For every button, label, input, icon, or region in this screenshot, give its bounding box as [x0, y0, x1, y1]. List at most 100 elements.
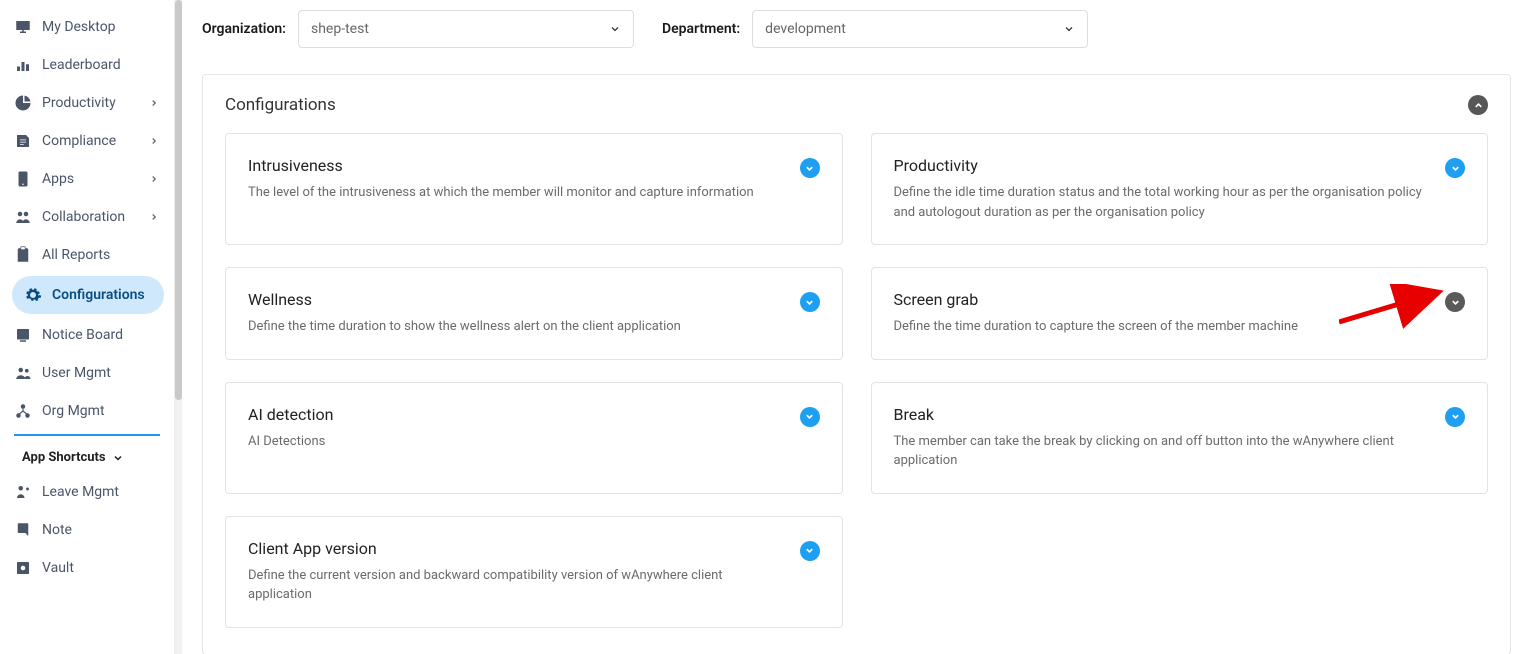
dept-filter: Department: development	[662, 10, 1088, 48]
sidebar-item-label: Leave Mgmt	[42, 484, 160, 500]
sidebar-item-label: All Reports	[42, 247, 160, 263]
config-card-productivity: Productivity Define the idle time durati…	[871, 133, 1489, 245]
config-card-wellness: Wellness Define the time duration to sho…	[225, 267, 843, 360]
sidebar-item-label: Vault	[42, 560, 160, 576]
org-label: Organization:	[202, 21, 286, 37]
chevron-down-icon	[112, 452, 124, 464]
chevron-down-icon	[804, 163, 815, 174]
sidebar-item-label: Leaderboard	[42, 57, 160, 73]
sidebar-item-apps[interactable]: Apps	[0, 160, 174, 198]
sidebar-item-label: Notice Board	[42, 327, 160, 343]
compliance-icon	[14, 132, 32, 150]
desktop-icon	[14, 18, 32, 36]
sidebar-item-mydesktop[interactable]: My Desktop	[0, 8, 174, 46]
sidebar-item-vault[interactable]: Vault	[0, 549, 174, 587]
sidebar-item-label: Productivity	[42, 95, 138, 111]
phone-icon	[14, 170, 32, 188]
config-grid: Intrusiveness The level of the intrusive…	[225, 133, 1488, 628]
config-card-break: Break The member can take the break by c…	[871, 382, 1489, 494]
sidebar-item-productivity[interactable]: Productivity	[0, 84, 174, 122]
card-title: Client App version	[248, 539, 784, 558]
expand-clientapp-button[interactable]	[800, 541, 820, 561]
chevron-down-icon	[804, 297, 815, 308]
org-select[interactable]: shep-test	[298, 10, 634, 48]
sidebar-item-label: Configurations	[52, 287, 152, 303]
config-card-intrusiveness: Intrusiveness The level of the intrusive…	[225, 133, 843, 245]
sidebar-item-noticeboard[interactable]: Notice Board	[0, 316, 174, 354]
collaboration-icon	[14, 208, 32, 226]
gear-icon	[24, 286, 42, 304]
card-desc: The member can take the break by clickin…	[894, 432, 1430, 471]
card-title: Productivity	[894, 156, 1430, 175]
sidebar: My Desktop Leaderboard Productivity Comp…	[0, 0, 175, 654]
piechart-icon	[14, 94, 32, 112]
expand-productivity-button[interactable]	[1445, 158, 1465, 178]
config-panel: Configurations Intrusiveness The level o…	[202, 74, 1511, 654]
card-desc: Define the idle time duration status and…	[894, 183, 1430, 222]
panel-header: Configurations	[225, 95, 1488, 115]
org-select-value: shep-test	[311, 21, 369, 37]
filter-bar: Organization: shep-test Department: deve…	[202, 10, 1511, 48]
card-desc: Define the time duration to capture the …	[894, 317, 1430, 337]
chevron-right-icon	[148, 173, 160, 185]
note-icon	[14, 521, 32, 539]
sidebar-item-label: User Mgmt	[42, 365, 160, 381]
sidebar-divider	[14, 434, 160, 436]
chevron-down-icon	[804, 545, 815, 556]
sidebar-item-label: Collaboration	[42, 209, 138, 225]
chevron-down-icon	[609, 23, 621, 35]
chevron-down-icon	[1063, 23, 1075, 35]
card-desc: The level of the intrusiveness at which …	[248, 183, 784, 203]
chevron-down-icon	[1450, 163, 1461, 174]
config-card-screengrab: Screen grab Define the time duration to …	[871, 267, 1489, 360]
sidebar-item-configurations[interactable]: Configurations	[12, 276, 164, 314]
expand-wellness-button[interactable]	[800, 292, 820, 312]
dept-select-value: development	[765, 21, 846, 37]
card-desc: Define the current version and backward …	[248, 566, 784, 605]
main-content: Organization: shep-test Department: deve…	[182, 0, 1531, 654]
config-card-aidetection: AI detection AI Detections	[225, 382, 843, 494]
sidebar-item-label: My Desktop	[42, 19, 160, 35]
chevron-down-icon	[1450, 411, 1461, 422]
card-title: Wellness	[248, 290, 784, 309]
sidebar-item-allreports[interactable]: All Reports	[0, 236, 174, 274]
org-icon	[14, 402, 32, 420]
scrollbar[interactable]	[175, 0, 182, 654]
card-title: Screen grab	[894, 290, 1430, 309]
sidebar-item-label: Compliance	[42, 133, 138, 149]
sidebar-item-orgmgmt[interactable]: Org Mgmt	[0, 392, 174, 430]
panel-collapse-button[interactable]	[1468, 95, 1488, 115]
card-desc: AI Detections	[248, 432, 784, 452]
sidebar-item-compliance[interactable]: Compliance	[0, 122, 174, 160]
expand-aidetection-button[interactable]	[800, 407, 820, 427]
expand-intrusiveness-button[interactable]	[800, 158, 820, 178]
sidebar-item-note[interactable]: Note	[0, 511, 174, 549]
chevron-right-icon	[148, 211, 160, 223]
chevron-down-icon	[804, 411, 815, 422]
expand-break-button[interactable]	[1445, 407, 1465, 427]
leaderboard-icon	[14, 56, 32, 74]
sidebar-item-leaderboard[interactable]: Leaderboard	[0, 46, 174, 84]
sidebar-item-usermgmt[interactable]: User Mgmt	[0, 354, 174, 392]
sidebar-section-label: App Shortcuts	[22, 450, 106, 465]
dept-label: Department:	[662, 21, 740, 37]
chevron-down-icon	[1450, 297, 1461, 308]
users-icon	[14, 364, 32, 382]
sidebar-item-collaboration[interactable]: Collaboration	[0, 198, 174, 236]
card-title: AI detection	[248, 405, 784, 424]
card-title: Break	[894, 405, 1430, 424]
chevron-up-icon	[1473, 100, 1484, 111]
org-filter: Organization: shep-test	[202, 10, 634, 48]
expand-screengrab-button[interactable]	[1445, 292, 1465, 312]
sidebar-item-leavemgmt[interactable]: Leave Mgmt	[0, 473, 174, 511]
leave-icon	[14, 483, 32, 501]
card-desc: Define the time duration to show the wel…	[248, 317, 784, 337]
dept-select[interactable]: development	[752, 10, 1088, 48]
sidebar-section-appshortcuts[interactable]: App Shortcuts	[0, 438, 174, 473]
scrollbar-thumb[interactable]	[175, 0, 182, 400]
sidebar-item-label: Note	[42, 522, 160, 538]
sidebar-item-label: Apps	[42, 171, 138, 187]
chevron-right-icon	[148, 135, 160, 147]
panel-title: Configurations	[225, 95, 336, 115]
chevron-right-icon	[148, 97, 160, 109]
